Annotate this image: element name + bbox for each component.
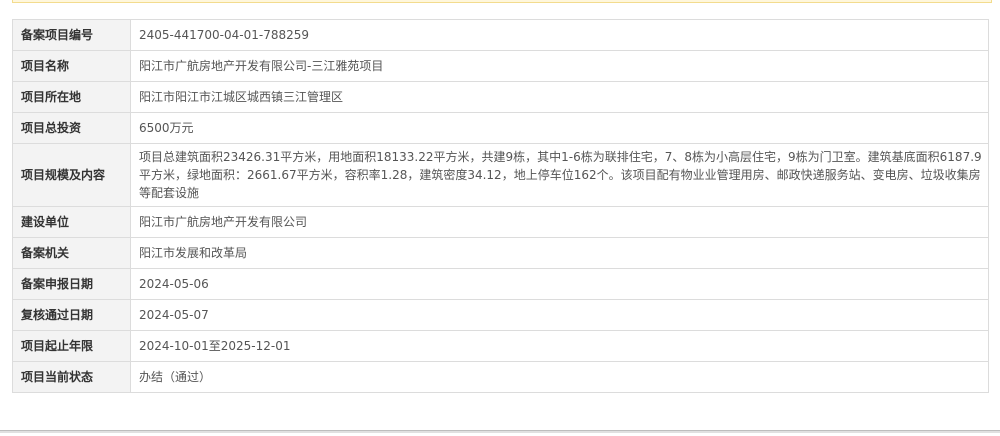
table-row: 项目所在地 阳江市阳江市江城区城西镇三江管理区 (12, 81, 989, 113)
row-value: 阳江市广航房地产开发有限公司-三江雅苑项目 (130, 50, 989, 82)
page: 备案项目编号 2405-441700-04-01-788259 项目名称 阳江市… (0, 0, 1000, 436)
row-label: 项目总投资 (12, 112, 131, 144)
row-label: 项目起止年限 (12, 330, 131, 362)
row-value: 项目总建筑面积23426.31平方米，用地面积18133.22平方米，共建9栋，… (130, 143, 989, 207)
table-row: 建设单位 阳江市广航房地产开发有限公司 (12, 206, 989, 238)
row-value: 6500万元 (130, 112, 989, 144)
row-value: 2024-05-06 (130, 268, 989, 300)
row-value: 阳江市阳江市江城区城西镇三江管理区 (130, 81, 989, 113)
table-row: 项目当前状态 办结（通过） (12, 361, 989, 393)
project-record-table: 备案项目编号 2405-441700-04-01-788259 项目名称 阳江市… (12, 19, 989, 393)
row-label: 项目名称 (12, 50, 131, 82)
row-value: 办结（通过） (130, 361, 989, 393)
table-row: 项目起止年限 2024-10-01至2025-12-01 (12, 330, 989, 362)
row-value: 2405-441700-04-01-788259 (130, 19, 989, 51)
row-value: 2024-05-07 (130, 299, 989, 331)
row-label: 备案项目编号 (12, 19, 131, 51)
row-value: 阳江市广航房地产开发有限公司 (130, 206, 989, 238)
row-value: 阳江市发展和改革局 (130, 237, 989, 269)
table-row: 备案申报日期 2024-05-06 (12, 268, 989, 300)
table-row: 备案机关 阳江市发展和改革局 (12, 237, 989, 269)
row-label: 备案申报日期 (12, 268, 131, 300)
table-row: 项目规模及内容 项目总建筑面积23426.31平方米，用地面积18133.22平… (12, 143, 989, 207)
row-label: 备案机关 (12, 237, 131, 269)
row-label: 项目所在地 (12, 81, 131, 113)
row-label: 项目规模及内容 (12, 143, 131, 207)
row-value: 2024-10-01至2025-12-01 (130, 330, 989, 362)
row-label: 复核通过日期 (12, 299, 131, 331)
table-row: 项目总投资 6500万元 (12, 112, 989, 144)
table-row: 项目名称 阳江市广航房地产开发有限公司-三江雅苑项目 (12, 50, 989, 82)
row-label: 项目当前状态 (12, 361, 131, 393)
table-row: 复核通过日期 2024-05-07 (12, 299, 989, 331)
row-label: 建设单位 (12, 206, 131, 238)
table-row: 备案项目编号 2405-441700-04-01-788259 (12, 19, 989, 51)
notice-bar (12, 0, 992, 3)
bottom-divider (0, 430, 1000, 433)
